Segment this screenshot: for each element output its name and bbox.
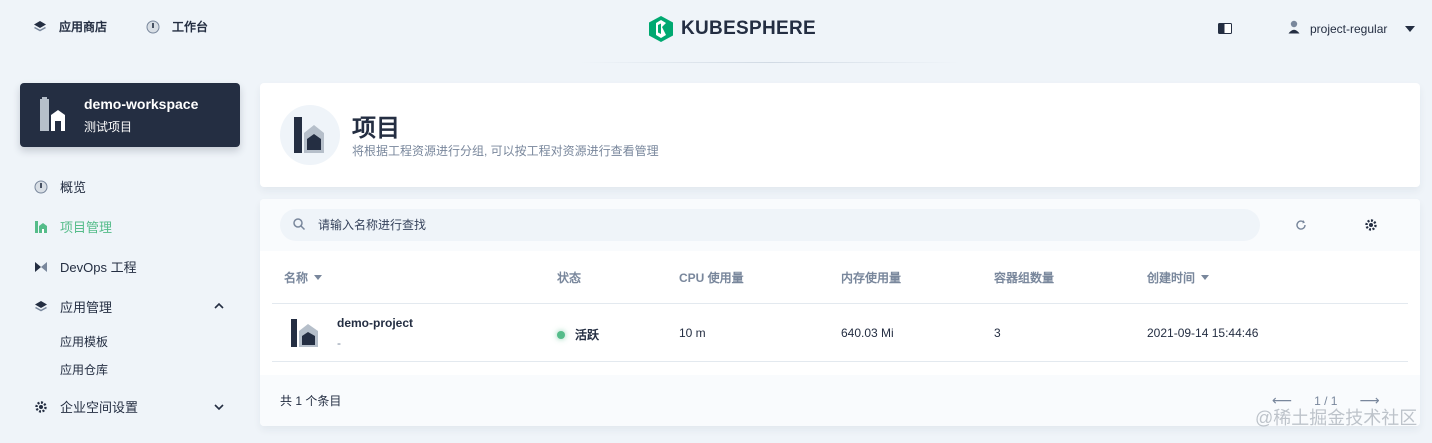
sidebar-item-overview[interactable]: 概览 [34,177,86,196]
sidebar-item-label: 概览 [60,180,87,195]
project-name-link[interactable]: demo-project [337,316,413,330]
column-label: 容器组数量 [994,271,1055,285]
dashboard-icon [146,20,160,34]
dashboard-icon [34,180,48,194]
project-icon [280,105,340,165]
status-text: 活跃 [575,328,600,342]
brand-name: KUBESPHERE [681,18,816,39]
workbench-label: 工作台 [172,20,209,34]
sidebar-item-app-management[interactable]: 应用管理 [34,297,112,316]
refresh-button[interactable] [1291,215,1311,235]
workspace-subtitle: 测试项目 [84,120,133,134]
project-description: - [337,336,341,350]
sidebar-item-devops[interactable]: DevOps 工程 [34,257,137,276]
column-label: 内存使用量 [841,271,902,285]
user-menu[interactable]: project-regular [1288,20,1416,37]
refresh-icon [1296,220,1306,230]
status-badge: 活跃 [557,326,599,343]
project-table-card: 名称 状态 CPU 使用量 内存使用量 容器组数量 创建时间 demo-proj… [260,199,1420,426]
table-toolbar [260,199,1420,251]
column-header-cpu: CPU 使用量 [679,269,744,286]
page-header: 项目 将根据工程资源进行分组, 可以按工程对资源进行查看管理 [260,83,1420,187]
chevron-up-icon[interactable] [212,299,226,313]
divider [272,361,1408,362]
app-store-link[interactable]: 应用商店 [33,18,107,35]
workbench-link[interactable]: 工作台 [146,18,208,35]
sidebar-item-projects[interactable]: 项目管理 [34,217,112,236]
sidebar-item-label: 项目管理 [60,220,113,235]
project-icon [34,220,48,234]
cpu-usage: 10 m [679,326,706,340]
layers-icon [33,20,47,34]
workspace-name: demo-workspace [84,96,199,112]
column-label: 创建时间 [1147,271,1196,285]
created-time: 2021-09-14 15:44:46 [1147,326,1259,340]
column-label: 状态 [557,271,582,285]
sidebar-item-app-repos[interactable]: 应用仓库 [60,361,108,378]
search-bar[interactable] [280,209,1260,241]
layers-icon [34,300,48,314]
settings-button[interactable] [1361,215,1381,235]
chevron-down-icon[interactable] [212,400,226,414]
status-dot-icon [557,330,565,339]
workspace-card[interactable]: demo-workspace 测试项目 [20,83,240,147]
column-header-created[interactable]: 创建时间 [1147,269,1210,286]
column-label: 名称 [284,271,309,285]
project-icon [290,318,320,348]
pod-count: 3 [994,326,1001,340]
gear-icon [34,400,48,414]
column-header-name[interactable]: 名称 [284,269,323,286]
sidebar-item-label: 应用管理 [60,300,113,315]
kubesphere-logo-icon [649,16,673,42]
column-header-pods: 容器组数量 [994,269,1054,286]
sort-down-icon [1201,275,1210,280]
watermark: @稀土掘金技术社区 [1255,408,1418,428]
column-header-status: 状态 [557,269,581,286]
sidebar-item-label: DevOps 工程 [60,260,137,275]
divider [272,303,1408,304]
app-store-label: 应用商店 [59,20,108,34]
table-footer: 共 1 个条目 ⟵ 1 / 1 ⟶ [260,375,1420,426]
workspace-icon [38,97,66,133]
top-bar: 应用商店 工作台 KUBESPHERE project-regular [0,0,1432,63]
devops-icon [34,260,48,274]
sort-down-icon [314,275,323,280]
brand-logo[interactable]: KUBESPHERE [648,15,816,43]
sidebar-item-workspace-settings[interactable]: 企业空间设置 [34,397,138,416]
username: project-regular [1310,21,1388,36]
gear-icon [1365,219,1377,231]
search-input[interactable] [318,218,1218,232]
chevron-down-icon [1405,25,1416,32]
memory-usage: 640.03 Mi [841,326,894,340]
user-icon [1288,20,1300,37]
page-description: 将根据工程资源进行分组, 可以按工程对资源进行查看管理 [352,144,659,158]
column-label: CPU 使用量 [679,271,744,285]
page-title: 项目 [352,115,400,142]
sidebar-item-label: 企业空间设置 [60,400,139,415]
search-icon [292,217,306,234]
top-divider [580,62,960,63]
total-count: 共 1 个条目 [280,394,342,408]
theme-toggle-icon[interactable] [1218,23,1232,34]
column-header-memory: 内存使用量 [841,269,901,286]
sidebar-item-app-templates[interactable]: 应用模板 [60,333,108,350]
